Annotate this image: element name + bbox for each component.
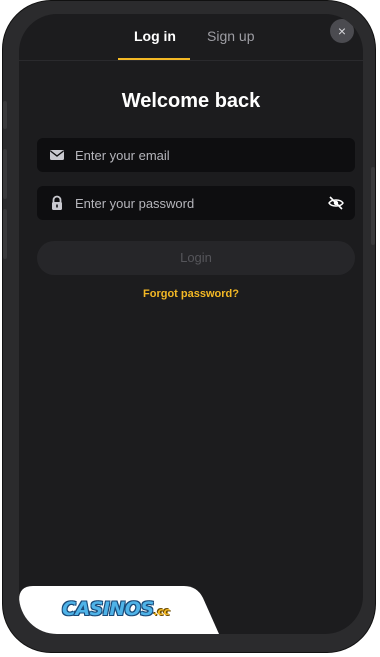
password-input[interactable] (75, 186, 315, 220)
phone-side-button (3, 101, 7, 129)
tab-signup[interactable]: Sign up (207, 28, 254, 44)
envelope-icon (50, 150, 64, 160)
phone-frame: Log in Sign up × Welcome back Enter your… (3, 1, 375, 652)
email-input[interactable] (75, 138, 315, 172)
forgot-password-link[interactable]: Forgot password? (19, 288, 363, 300)
email-field-container (37, 138, 355, 172)
tab-login[interactable]: Log in (134, 28, 176, 44)
close-button[interactable]: × (330, 19, 354, 43)
phone-volume-down-button (3, 209, 7, 259)
password-field-container (37, 186, 355, 220)
close-icon: × (337, 23, 347, 39)
login-button[interactable]: Login (37, 241, 355, 275)
login-modal: Log in Sign up × Welcome back Enter your… (19, 14, 363, 634)
phone-power-button (371, 167, 375, 245)
casinos-logo: CASINOS.cc (62, 598, 170, 620)
eye-slash-icon[interactable] (327, 194, 345, 212)
phone-volume-up-button (3, 149, 7, 199)
watermark-badge: CASINOS.cc (19, 586, 219, 634)
lock-icon (52, 195, 62, 210)
page-title: Welcome back (121, 90, 261, 112)
auth-tabs: Log in Sign up (19, 14, 363, 61)
active-tab-indicator (118, 58, 190, 60)
